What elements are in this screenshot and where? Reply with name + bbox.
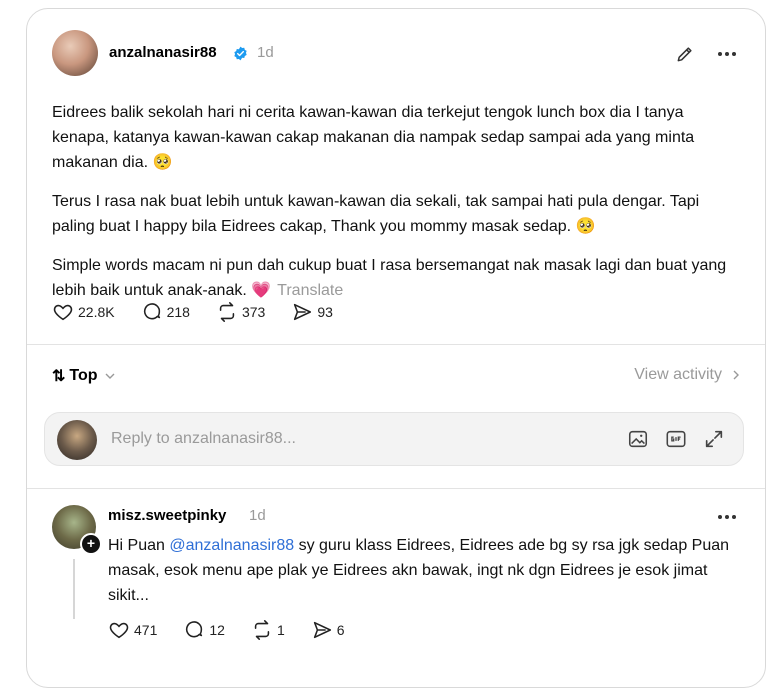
repost-icon	[219, 302, 235, 322]
share-button[interactable]: 93	[291, 301, 333, 323]
edit-pencil-icon[interactable]	[675, 44, 695, 64]
heart-icon	[53, 304, 73, 321]
verified-badge-icon	[234, 46, 247, 61]
post-time: 1d	[257, 44, 274, 61]
comment-text-start: Hi Puan	[108, 537, 170, 554]
author-avatar[interactable]	[52, 30, 98, 76]
comment-actions: 471 12 1 6	[108, 619, 371, 641]
repost-icon	[254, 620, 270, 640]
comment-button[interactable]: 218	[141, 301, 190, 323]
thread-line	[73, 559, 75, 619]
commenter-username[interactable]: misz.sweetpinky	[108, 507, 226, 524]
comment-share-count: 6	[336, 622, 345, 638]
comment-more-options-icon[interactable]	[715, 515, 736, 519]
comment-text: Hi Puan @anzalnanasir88 sy guru klass Ei…	[108, 533, 738, 608]
comment-like-count: 471	[134, 622, 158, 638]
image-icon[interactable]	[627, 428, 649, 450]
chevron-down-icon	[105, 373, 115, 379]
sort-row: ⇅ Top View activity	[52, 366, 742, 392]
post-paragraph-text: Simple words macam ni pun dah cukup buat…	[52, 257, 727, 299]
sort-label: Top	[69, 367, 98, 384]
more-options-icon[interactable]	[715, 52, 736, 56]
reply-box[interactable]: Reply to anzalnanasir88...	[44, 412, 744, 466]
post-paragraph: Eidrees balik sekolah hari ni cerita kaw…	[52, 104, 695, 171]
comment-reply-count: 12	[209, 622, 225, 638]
comment-repost-button[interactable]: 1	[251, 619, 285, 641]
post-body: Eidrees balik sekolah hari ni cerita kaw…	[52, 100, 732, 317]
like-button[interactable]: 22.8K	[52, 301, 115, 323]
gif-icon[interactable]	[665, 428, 687, 450]
comment-share-button[interactable]: 6	[311, 619, 345, 641]
comment-bubble-icon	[186, 621, 203, 638]
author-username[interactable]: anzalnanasir88	[109, 44, 217, 61]
repost-count: 373	[241, 304, 266, 320]
comment-bubble-icon	[143, 303, 160, 320]
share-count: 93	[317, 304, 333, 320]
comment-repost-count: 1	[276, 622, 285, 638]
current-user-avatar	[57, 420, 97, 460]
view-activity-link[interactable]: View activity	[634, 366, 742, 384]
divider	[27, 488, 765, 489]
share-send-icon	[313, 621, 331, 639]
comment-time: 1d	[249, 507, 266, 524]
mention-link[interactable]: @anzalnanasir88	[169, 537, 294, 554]
reply-attachments	[611, 428, 725, 450]
sort-arrows-icon: ⇅	[52, 368, 66, 385]
like-count: 22.8K	[78, 304, 115, 320]
comment-reply-button[interactable]: 12	[183, 619, 225, 641]
comment-like-button[interactable]: 471	[108, 619, 157, 641]
post-paragraph: Terus I rasa nak buat lebih untuk kawan-…	[52, 193, 700, 235]
repost-button[interactable]: 373	[216, 301, 265, 323]
share-send-icon	[294, 303, 312, 321]
post-paragraph-last: Simple words macam ni pun dah cukup buat…	[52, 253, 732, 303]
sort-dropdown[interactable]: ⇅ Top	[52, 366, 116, 386]
view-activity-label: View activity	[634, 366, 722, 383]
divider	[27, 344, 765, 345]
translate-link[interactable]: Translate	[277, 282, 343, 299]
reply-input[interactable]: Reply to anzalnanasir88...	[111, 430, 296, 448]
chevron-right-icon	[733, 370, 739, 380]
heart-icon	[109, 622, 129, 639]
follow-plus-icon[interactable]: +	[80, 533, 102, 555]
expand-icon[interactable]	[703, 428, 725, 450]
post-header: anzalnanasir88 1d	[52, 30, 742, 80]
post-actions: 22.8K 218 373 93	[52, 301, 359, 323]
comment-count: 218	[166, 304, 190, 320]
